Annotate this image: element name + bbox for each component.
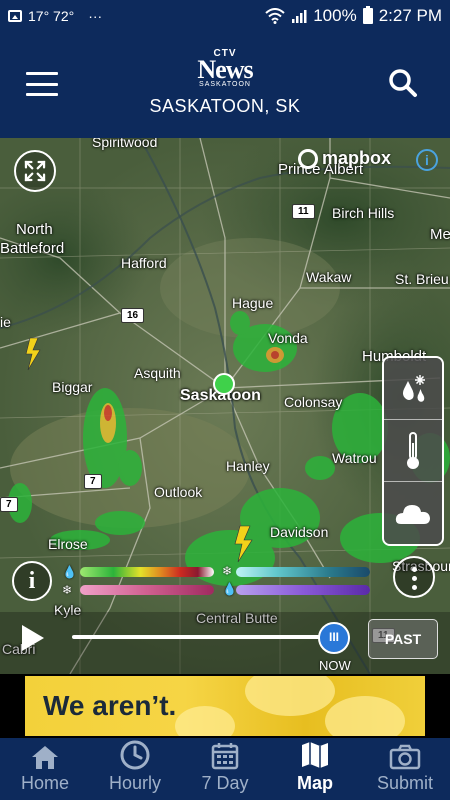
cloud-icon: [395, 505, 430, 524]
place-label: Hanley: [226, 458, 270, 474]
place-label: Colonsay: [284, 394, 343, 410]
nav-home[interactable]: Home: [0, 738, 90, 800]
nav-map[interactable]: Map: [270, 738, 360, 800]
place-label: Hague: [232, 295, 274, 311]
mixed-legend-icon: 💧: [222, 582, 237, 596]
place-label: Vonda: [268, 330, 308, 346]
bottom-navigation: Home Hourly 7 Day Map Submit: [0, 738, 450, 800]
place-label: Biggar: [52, 379, 93, 395]
place-label: Elrose: [48, 536, 88, 552]
logo-news: News: [197, 55, 253, 84]
snow-legend-icon: ❄: [222, 564, 233, 578]
wifi-icon: [265, 8, 285, 24]
nav-map-label: Map: [297, 773, 333, 793]
battery-icon: [362, 6, 373, 24]
place-label: Hafford: [121, 255, 167, 271]
ad-banner: We aren’t.: [0, 674, 450, 738]
search-icon[interactable]: [388, 68, 418, 98]
battery-percent: 100%: [313, 6, 357, 25]
camera-icon: [389, 744, 421, 770]
ctv-news-logo: CTV News SASKATOON: [0, 48, 450, 88]
mapbox-logo-icon: [298, 148, 318, 169]
nav-home-label: Home: [20, 773, 69, 793]
place-label: ie: [0, 314, 11, 330]
nav-7day[interactable]: 7 Day: [180, 738, 270, 800]
layer-selector: [382, 356, 444, 546]
map-info-icon[interactable]: i: [416, 149, 438, 171]
calendar-icon: [211, 743, 239, 770]
current-location-marker[interactable]: [213, 373, 235, 395]
map-icon: [302, 742, 328, 768]
image-notification-icon: [8, 10, 22, 22]
rain-legend-bar: [80, 567, 214, 577]
clock-icon: [120, 740, 150, 770]
snow-legend-bar: [236, 567, 370, 577]
highway-shield: 11: [292, 204, 315, 219]
now-label: NOW: [319, 658, 351, 673]
nav-hourly-label: Hourly: [108, 773, 161, 793]
precipitation-layer-button[interactable]: [384, 358, 442, 420]
more-notifications-dots: ···: [88, 8, 103, 24]
highway-shield: 16: [121, 308, 145, 323]
place-label: Davidson: [270, 524, 329, 540]
app-header: CTV News SASKATOON SASKATOON, SK: [0, 34, 450, 138]
ad-creative[interactable]: We aren’t.: [25, 676, 425, 736]
nav-hourly[interactable]: Hourly: [90, 738, 180, 800]
place-label: Spiritwood: [92, 138, 158, 150]
place-label: Battleford: [0, 240, 65, 257]
temperature-layer-button[interactable]: [384, 420, 442, 482]
mapbox-label: mapbox: [322, 148, 392, 168]
timeline-knob[interactable]: III: [318, 622, 350, 654]
place-label: Outlook: [154, 484, 203, 500]
signal-icon: [292, 10, 307, 23]
past-button[interactable]: PAST: [368, 619, 438, 659]
more-options-icon[interactable]: [393, 556, 435, 598]
status-bar: 17° 72° ··· 100% 2:27 PM: [0, 0, 450, 34]
precipitation-icon: [403, 374, 425, 402]
place-label: North: [16, 221, 53, 238]
highway-shield: 7: [84, 474, 102, 489]
legend-info-button[interactable]: i: [12, 561, 52, 601]
nav-submit-label: Submit: [376, 773, 434, 793]
cloud-layer-button[interactable]: [384, 482, 442, 544]
radar-timeline: III NOW PAST: [0, 612, 450, 674]
notification-temps: 17° 72°: [28, 8, 75, 24]
freezing-rain-legend-bar: [80, 585, 214, 595]
logo-sub: SASKATOON: [199, 81, 251, 88]
city-title: SASKATOON, SK: [149, 96, 301, 116]
thermometer-icon: [407, 431, 419, 469]
place-label: Birch Hills: [332, 205, 395, 221]
freezing-rain-legend-icon: ❄: [62, 583, 73, 597]
place-label: Asquith: [134, 365, 181, 381]
fullscreen-icon[interactable]: [14, 150, 56, 192]
place-label: Wakaw: [306, 269, 352, 285]
rain-legend-icon: 💧: [62, 565, 77, 579]
mapbox-attribution[interactable]: mapbox: [298, 148, 391, 169]
place-label: Me: [430, 226, 450, 243]
home-icon: [32, 746, 58, 769]
play-icon[interactable]: [22, 625, 44, 651]
place-label: St. Brieu: [395, 271, 449, 287]
radar-map[interactable]: Spiritwood Prince Albert Birch Hills Nor…: [0, 138, 450, 674]
nav-7day-label: 7 Day: [201, 773, 249, 793]
place-label: Watrou: [332, 450, 377, 466]
highway-shield: 7: [0, 497, 18, 512]
ad-text: We aren’t.: [43, 690, 177, 721]
timeline-track[interactable]: [72, 635, 334, 639]
clock-time: 2:27 PM: [378, 6, 442, 25]
nav-submit[interactable]: Submit: [360, 738, 450, 800]
mixed-legend-bar: [236, 585, 370, 595]
